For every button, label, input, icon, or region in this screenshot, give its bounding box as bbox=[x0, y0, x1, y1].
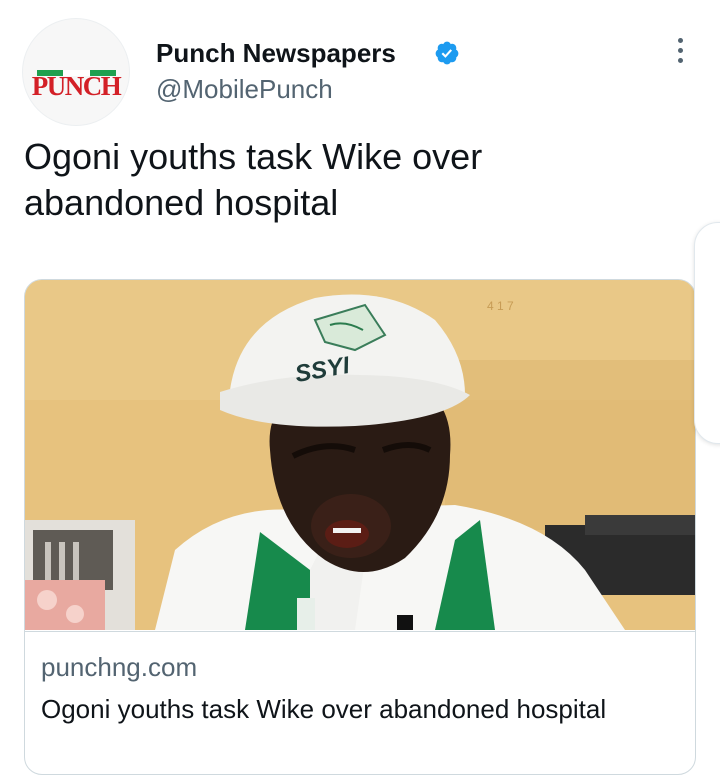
link-card[interactable]: SSYI 4 1 7 punchng.com Ogoni youths task… bbox=[24, 279, 696, 775]
partial-side-card bbox=[694, 222, 720, 444]
svg-text:4 1 7: 4 1 7 bbox=[487, 299, 514, 313]
author-name[interactable]: Punch Newspapers bbox=[156, 38, 396, 69]
more-vertical-icon[interactable] bbox=[668, 38, 692, 68]
card-domain: punchng.com bbox=[41, 652, 198, 682]
card-meta[interactable]: punchng.com Ogoni youths task Wike over … bbox=[25, 631, 695, 724]
author-handle[interactable]: @MobilePunch bbox=[156, 74, 333, 105]
tweet-text: Ogoni youths task Wike over abandoned ho… bbox=[24, 136, 483, 223]
card-image[interactable]: SSYI 4 1 7 bbox=[25, 280, 695, 630]
card-title: Ogoni youths task Wike over abandoned ho… bbox=[41, 694, 607, 724]
avatar[interactable]: PUNCH bbox=[22, 18, 130, 126]
flag-stripes bbox=[37, 63, 117, 76]
verified-badge-icon bbox=[435, 41, 459, 65]
punch-logo: PUNCH bbox=[31, 71, 122, 101]
